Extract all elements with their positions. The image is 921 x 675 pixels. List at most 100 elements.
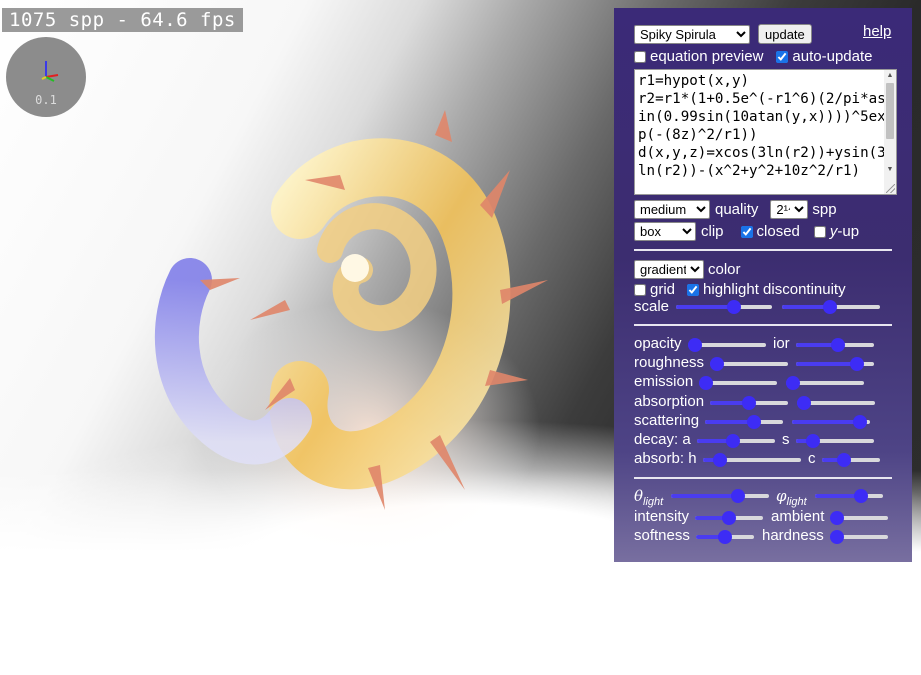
equation-scrollbar[interactable]: ▲ ▼	[884, 70, 896, 194]
slider-fill	[676, 305, 734, 309]
emission-slider[interactable]	[699, 375, 777, 391]
slider-thumb[interactable]	[731, 489, 746, 503]
resize-grip-icon[interactable]	[886, 184, 895, 193]
absorption-slider-2[interactable]	[797, 395, 875, 411]
theta-light-slider[interactable]	[671, 488, 769, 504]
softness-slider[interactable]	[696, 529, 754, 545]
slider-thumb[interactable]	[726, 300, 741, 314]
slider-thumb[interactable]	[725, 434, 740, 448]
softness-label: softness	[634, 527, 690, 544]
scattering-slider[interactable]	[705, 414, 783, 430]
decay-s-slider[interactable]	[796, 433, 874, 449]
scroll-down-icon[interactable]: ▼	[884, 164, 896, 176]
divider-1	[634, 249, 892, 251]
equation-preview-label: equation preview	[650, 48, 764, 65]
slider-thumb[interactable]	[688, 338, 702, 352]
slider-thumb[interactable]	[831, 338, 846, 352]
slider-thumb[interactable]	[852, 415, 867, 429]
clip-label: clip	[701, 223, 724, 240]
color-select[interactable]: gradient	[634, 260, 704, 279]
highlight-discontinuity-checkbox[interactable]	[687, 283, 700, 296]
slider-fill	[671, 494, 739, 498]
opacity-slider[interactable]	[688, 337, 766, 353]
slider-thumb[interactable]	[713, 453, 728, 467]
slider-thumb[interactable]	[786, 376, 800, 390]
preset-select[interactable]: Spiky Spirula	[634, 24, 750, 44]
highlight-discontinuity-label: highlight discontinuity	[703, 281, 846, 298]
scroll-thumb[interactable]	[886, 83, 894, 139]
absorb-h-label: absorb: h	[634, 450, 697, 467]
roughness-label: roughness	[634, 354, 705, 371]
slider-thumb[interactable]	[823, 300, 838, 314]
slider-thumb[interactable]	[850, 357, 865, 371]
theta-symbol: θ	[634, 487, 644, 505]
phi-light-slider[interactable]	[815, 488, 883, 504]
control-panel: Spiky Spirula update help equation previ…	[614, 8, 912, 562]
absorb-h-slider[interactable]	[703, 452, 801, 468]
clip-select[interactable]: box	[634, 222, 696, 241]
spp-select[interactable]: 2¹⁴	[770, 200, 809, 219]
slider-thumb[interactable]	[837, 453, 852, 467]
slider-fill	[792, 420, 860, 424]
scale-slider-1[interactable]	[676, 299, 772, 315]
slider-thumb[interactable]	[718, 530, 732, 544]
quality-select[interactable]: medium	[634, 200, 710, 219]
theta-sub: light	[643, 496, 664, 508]
gizmo-scale-label: 0.1	[35, 93, 57, 107]
scattering-label: scattering	[634, 412, 700, 429]
slider-thumb[interactable]	[830, 511, 844, 525]
slider-thumb[interactable]	[742, 396, 756, 410]
intensity-slider[interactable]	[695, 510, 763, 526]
slider-thumb[interactable]	[746, 415, 761, 429]
slider-thumb[interactable]	[699, 376, 713, 390]
scroll-up-icon[interactable]: ▲	[884, 70, 896, 82]
scale-slider-2[interactable]	[782, 299, 880, 315]
hardness-slider[interactable]	[830, 529, 888, 545]
scale-label: scale	[634, 298, 670, 315]
emission-slider-2[interactable]	[786, 375, 864, 391]
auto-update-label: auto-update	[792, 48, 873, 65]
theta-light-label: θlight	[634, 487, 663, 508]
update-button[interactable]: update	[758, 24, 812, 44]
grid-checkbox[interactable]	[634, 283, 646, 296]
decay-a-slider[interactable]	[697, 433, 775, 449]
phi-symbol: φ	[776, 487, 787, 505]
help-link[interactable]: help	[863, 23, 891, 40]
ior-label: ior	[773, 335, 790, 352]
y-up-label: y-up	[830, 223, 859, 240]
equation-textarea[interactable]	[635, 70, 888, 194]
equation-editor[interactable]: ▲ ▼	[634, 69, 897, 195]
ior-slider[interactable]	[796, 337, 874, 353]
slider-thumb[interactable]	[722, 511, 736, 525]
absorb-c-label: c	[808, 450, 816, 467]
absorb-c-slider[interactable]	[822, 452, 880, 468]
slider-fill	[796, 362, 858, 366]
divider-3	[634, 477, 892, 479]
equation-preview-checkbox[interactable]	[634, 50, 646, 63]
y-up-checkbox[interactable]	[813, 225, 826, 238]
slider-thumb[interactable]	[853, 489, 868, 503]
slider-thumb[interactable]	[830, 530, 844, 544]
closed-checkbox[interactable]	[740, 225, 753, 238]
scattering-slider-2[interactable]	[792, 414, 870, 430]
ambient-slider[interactable]	[830, 510, 888, 526]
roughness-slider[interactable]	[710, 356, 788, 372]
intensity-label: intensity	[634, 508, 690, 525]
opacity-label: opacity	[634, 335, 682, 352]
color-label: color	[708, 261, 741, 278]
fps-counter: 1075 spp - 64.6 fps	[2, 8, 243, 32]
hardness-label: hardness	[762, 527, 824, 544]
rendered-surface[interactable]	[140, 90, 580, 590]
absorption-slider[interactable]	[710, 395, 788, 411]
roughness-slider-2[interactable]	[796, 356, 874, 372]
closed-label: closed	[756, 223, 800, 240]
slider-thumb[interactable]	[797, 396, 811, 410]
slider-thumb[interactable]	[710, 357, 724, 371]
absorption-label: absorption	[634, 393, 705, 410]
axes-gizmo[interactable]: 0.1	[6, 37, 86, 117]
quality-label: quality	[715, 201, 759, 218]
decay-a-label: decay: a	[634, 431, 691, 448]
spp-label: spp	[812, 201, 837, 218]
slider-thumb[interactable]	[805, 434, 820, 448]
auto-update-checkbox[interactable]	[776, 50, 789, 63]
